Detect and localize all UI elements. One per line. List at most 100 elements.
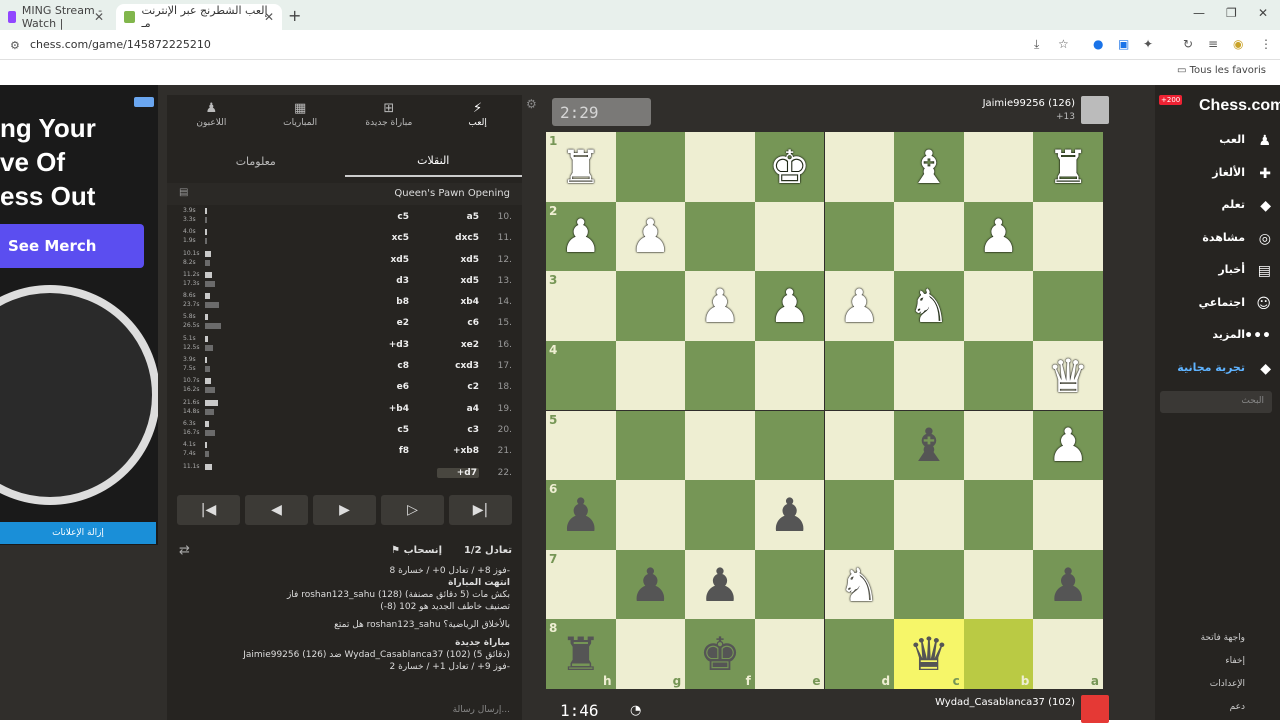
white-pawn-piece[interactable]: ♟ (964, 202, 1034, 272)
last-move-button[interactable]: ▶| (449, 495, 512, 525)
white-move[interactable]: c6 (437, 318, 479, 328)
board-square[interactable] (963, 549, 1034, 620)
sidebar-item[interactable]: اجتماعي ☺ (1155, 296, 1275, 316)
white-move[interactable]: a5 (437, 212, 479, 222)
black-move[interactable]: c5 (357, 425, 409, 435)
history-icon[interactable]: ↻ (1183, 37, 1193, 51)
all-bookmarks[interactable]: ▭ Tous les favoris (1177, 65, 1266, 76)
white-knight-piece[interactable]: ♞ (825, 550, 895, 620)
board-square[interactable] (894, 480, 964, 550)
black-pawn-piece[interactable]: ♟ (755, 480, 825, 550)
browser-tab[interactable]: MING Stream - Watch | ✕ (0, 4, 112, 30)
board-square[interactable]: d (824, 619, 895, 689)
sidebar-item[interactable]: العب ♟ (1155, 133, 1275, 153)
black-pawn-piece[interactable]: ♟ (616, 550, 686, 620)
board-square[interactable]: 5 (546, 410, 616, 481)
sidebar-item[interactable]: أخبار ▤ (1155, 263, 1275, 283)
black-move[interactable]: +d3 (357, 340, 409, 350)
bottom-nav-item[interactable]: الإعدادات (1155, 679, 1275, 695)
white-move[interactable]: a4 (437, 404, 479, 414)
white-pawn-piece[interactable]: ♟ (616, 202, 686, 272)
extension-icon[interactable]: ▣ (1118, 37, 1129, 51)
board-square[interactable]: e (754, 619, 825, 689)
white-move[interactable]: xb4 (437, 297, 479, 307)
black-move[interactable]: c8 (357, 361, 409, 371)
white-move[interactable]: +xb8 (437, 446, 479, 456)
white-king-piece[interactable]: ♚ (755, 132, 825, 202)
board-square[interactable] (754, 549, 825, 620)
board-square[interactable] (685, 132, 755, 202)
opponent-avatar[interactable] (1081, 96, 1109, 124)
board-square[interactable] (824, 480, 895, 550)
bottom-nav-item[interactable]: دعم (1155, 702, 1275, 718)
remove-ads-button[interactable]: إزالة الإعلانات (0, 522, 156, 544)
opponent-name[interactable]: Jaimie99256 (126) (940, 98, 1075, 109)
close-icon[interactable]: ✕ (94, 10, 104, 24)
book-icon[interactable]: ▤ (179, 187, 188, 198)
white-move[interactable]: xd5 (437, 255, 479, 265)
board-square[interactable]: a (1033, 619, 1103, 689)
black-move[interactable]: +b4 (357, 404, 409, 414)
board-square[interactable] (685, 410, 755, 481)
board-square[interactable] (685, 201, 755, 272)
tab-players[interactable]: ♟ اللاعبون (167, 95, 256, 133)
sidebar-item[interactable]: تجربة مجانية ◆ (1155, 361, 1275, 381)
white-knight-piece[interactable]: ♞ (894, 271, 964, 341)
white-pawn-piece[interactable]: ♟ (825, 271, 895, 341)
black-move[interactable]: b8 (357, 297, 409, 307)
resign-button[interactable]: ⚑ إنسحاب (391, 545, 442, 556)
board-square[interactable] (685, 480, 755, 550)
black-move[interactable]: d3 (357, 276, 409, 286)
board-square[interactable] (894, 340, 964, 411)
black-pawn-piece[interactable]: ♟ (1033, 550, 1103, 620)
sidebar-item[interactable]: تعلم ◆ (1155, 198, 1275, 218)
board-square[interactable] (963, 340, 1034, 411)
play-button[interactable]: ▶ (313, 495, 376, 525)
board-square[interactable] (685, 340, 755, 411)
sidebar-item[interactable]: الألغاز ✚ (1155, 166, 1275, 186)
restore-icon[interactable]: ❐ (1226, 6, 1237, 20)
player-avatar[interactable] (1081, 695, 1109, 723)
sidebar-item[interactable]: مشاهدة ◎ (1155, 231, 1275, 251)
board-square[interactable] (1033, 201, 1103, 272)
tab-new-game[interactable]: ⊞ مباراة جديدة (345, 95, 434, 133)
board-square[interactable] (894, 201, 964, 272)
notification-badge[interactable]: +200 (1159, 95, 1183, 105)
board-square[interactable] (963, 132, 1034, 202)
flip-board-icon[interactable]: ⇄ (179, 543, 190, 558)
black-move[interactable]: c5 (357, 212, 409, 222)
install-icon[interactable]: ⤓ (1034, 37, 1039, 52)
message-input[interactable]: إرسال رسالة... (167, 705, 522, 720)
chess-logo[interactable]: Chess.com (1199, 97, 1280, 115)
black-rook-piece[interactable]: ♜ (546, 619, 616, 689)
see-merch-button[interactable]: See Merch (0, 224, 144, 268)
bottom-nav-item[interactable]: إخفاء (1155, 656, 1275, 672)
white-queen-piece[interactable]: ♛ (1033, 341, 1103, 411)
media-icon[interactable]: ≡ (1208, 37, 1218, 51)
board-square[interactable] (824, 410, 895, 481)
board-square[interactable] (754, 410, 825, 481)
menu-icon[interactable]: ⋮ (1260, 37, 1272, 51)
player-name[interactable]: Wydad_Casablanca37 (102) (900, 697, 1075, 708)
board-square[interactable]: 3 (546, 271, 616, 341)
black-move[interactable]: e2 (357, 318, 409, 328)
board-square[interactable] (824, 201, 895, 272)
board-square[interactable] (963, 410, 1034, 481)
chess-board[interactable]: 1 2 3 4 5 6 7 8 h g f e d c b a ♜ ♚ ♝ ♜ ♟ ♟ ♟ ♟ ♟ ♟ ♞ ♛ ♝ ♟ ♟ ♟ ♟ ♟ ♞ ♟ ♜ ♚ ♛ (546, 132, 1103, 689)
black-king-piece[interactable]: ♚ (685, 619, 755, 689)
board-square[interactable] (615, 271, 686, 341)
board-square[interactable] (1033, 480, 1103, 550)
white-move[interactable]: cxd3 (437, 361, 479, 371)
extension-icon[interactable]: ● (1093, 37, 1103, 51)
black-bishop-piece[interactable]: ♝ (894, 411, 964, 481)
black-pawn-piece[interactable]: ♟ (685, 550, 755, 620)
new-tab-icon[interactable]: + (288, 6, 301, 25)
extensions-icon[interactable]: ✦ (1143, 37, 1153, 51)
board-square[interactable] (824, 132, 895, 202)
board-square[interactable] (615, 132, 686, 202)
white-move[interactable]: xd5 (437, 276, 479, 286)
board-square[interactable] (615, 340, 686, 411)
board-square[interactable]: b (963, 619, 1034, 689)
black-move[interactable]: e6 (357, 382, 409, 392)
profile-icon[interactable]: ◉ (1233, 37, 1243, 51)
